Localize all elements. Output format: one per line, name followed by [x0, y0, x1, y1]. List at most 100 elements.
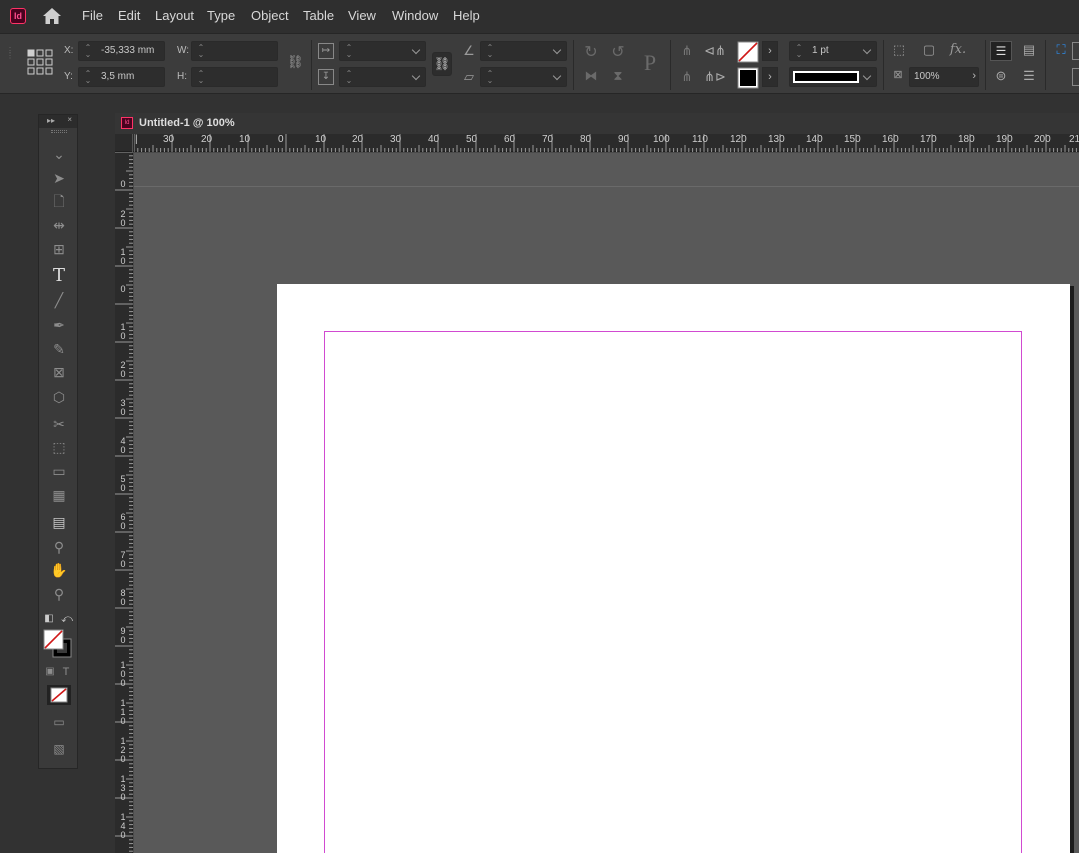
constrain-proportions-icon[interactable]: ⛓	[287, 54, 304, 70]
shear-spinner-icon[interactable]: ⌃ ⌄	[485, 70, 495, 85]
home-icon[interactable]	[42, 7, 62, 25]
gradient-swatch-tool-icon[interactable]: ▭	[49, 462, 69, 480]
select-next-object-icon[interactable]: ⋔⊳	[704, 69, 726, 85]
content-collector-tool-icon[interactable]: ⊞	[49, 240, 69, 258]
stroke-weight-field[interactable]: ⌃ ⌄ 1 pt	[789, 41, 877, 61]
text-wrap-bounding-icon[interactable]: ▤	[1019, 42, 1039, 58]
apply-none-icon[interactable]	[47, 685, 71, 705]
menu-file[interactable]: File	[82, 8, 103, 23]
h-spinner-icon[interactable]: ⌃ ⌄	[196, 70, 206, 85]
content-grabber-icon[interactable]: ⛶	[1052, 42, 1070, 58]
rotate-counterclockwise-icon[interactable]: ↺	[609, 42, 627, 62]
expand-panel-icon[interactable]: ▸▸	[47, 116, 55, 125]
select-previous-object-icon[interactable]: ⊲⋔	[704, 43, 726, 59]
menu-table[interactable]: Table	[303, 8, 334, 23]
panel-overflow-icon[interactable]	[1072, 68, 1079, 86]
note-tool-icon[interactable]: ▤	[49, 513, 69, 531]
page-tool-icon[interactable]: 🗋	[49, 192, 69, 210]
stroke-weight-spinner-icon[interactable]: ⌃ ⌄	[794, 44, 804, 59]
menu-layout[interactable]: Layout	[155, 8, 194, 23]
document-tab[interactable]: Id Untitled-1 @ 100%	[115, 113, 1079, 134]
effects-fx-icon[interactable]: fx.	[947, 42, 969, 57]
tools-panel-header[interactable]: ▸▸ ×	[39, 115, 77, 128]
scale-x-spinner-icon[interactable]: ⌃ ⌄	[344, 44, 354, 59]
w-field[interactable]: ⌃ ⌄	[191, 41, 278, 61]
constrain-scale-icon[interactable]: ⛓	[432, 52, 452, 76]
indesign-logo-icon[interactable]: Id	[10, 8, 26, 24]
tools-grip-icon[interactable]	[51, 130, 67, 133]
free-transform-tool-icon[interactable]: ⬚	[49, 438, 69, 456]
drop-shadow-icon[interactable]: ⬚	[890, 42, 908, 58]
menu-help[interactable]: Help	[453, 8, 480, 23]
h-field[interactable]: ⌃ ⌄	[191, 67, 278, 87]
menu-type[interactable]: Type	[207, 8, 235, 23]
fill-stroke-swatch-icon[interactable]	[43, 629, 73, 659]
reference-point-icon[interactable]	[27, 49, 53, 75]
formatting-text-icon[interactable]: T	[59, 663, 73, 681]
y-spinner-icon[interactable]: ⌃ ⌄	[83, 70, 93, 85]
horizontal-ruler[interactable]: | 30 20 10 0 10 20 30 40 50 60 70 80 90 …	[115, 134, 1079, 152]
pen-tool-icon[interactable]: ✒	[49, 316, 69, 334]
flip-horizontal-icon[interactable]: ⧓	[582, 68, 600, 84]
flip-vertical-icon[interactable]: ⧗	[609, 68, 627, 84]
zoom-tool-icon[interactable]: ⚲	[49, 585, 69, 603]
gap-tool-icon[interactable]: ⇹	[49, 216, 69, 234]
panel-overflow-icon[interactable]	[1072, 42, 1079, 60]
fill-menu-icon[interactable]: ›	[762, 41, 778, 61]
rotation-dropdown-icon[interactable]	[552, 45, 562, 55]
rotation-field[interactable]: ⌃ ⌄	[480, 41, 567, 61]
formatting-container-icon[interactable]: ▣	[43, 663, 57, 681]
stroke-type-dropdown-icon[interactable]	[862, 71, 872, 81]
shear-dropdown-icon[interactable]	[552, 71, 562, 81]
menu-window[interactable]: Window	[392, 8, 438, 23]
y-field[interactable]: ⌃ ⌄ 3,5 mm	[78, 67, 165, 87]
shadow-toggle-icon[interactable]: ▢	[920, 42, 938, 58]
ruler-origin-icon[interactable]	[115, 134, 133, 152]
vertical-ruler[interactable]: 0 20 10 0 10 20 30 40 50 60 70 80 90 100…	[115, 152, 133, 853]
rectangle-frame-tool-icon[interactable]: ⊠	[49, 363, 69, 381]
line-tool-icon[interactable]: ╱	[49, 291, 69, 309]
scale-x-field[interactable]: ⌃ ⌄	[339, 41, 426, 61]
swap-fill-stroke-icon[interactable]: ⤺	[61, 610, 73, 628]
rotate-clockwise-icon[interactable]: ↻	[582, 42, 600, 62]
stroke-menu-icon[interactable]: ›	[762, 67, 778, 87]
scale-y-field[interactable]: ⌃ ⌄	[339, 67, 426, 87]
opacity-menu-icon[interactable]: ›	[972, 70, 976, 82]
menu-object[interactable]: Object	[251, 8, 289, 23]
stroke-swatch-icon[interactable]	[737, 67, 759, 89]
auto-fit-icon[interactable]: ⊜	[990, 68, 1012, 84]
stroke-weight-dropdown-icon[interactable]	[862, 45, 872, 55]
default-fill-stroke-icon[interactable]: ◧	[43, 610, 55, 628]
x-spinner-icon[interactable]: ⌃ ⌄	[83, 44, 93, 59]
screen-mode-icon[interactable]: ▭	[49, 713, 69, 731]
text-wrap-none-icon[interactable]: ☰	[990, 41, 1012, 61]
text-wrap-jump-icon[interactable]: ☰	[1019, 68, 1039, 84]
menu-view[interactable]: View	[348, 8, 376, 23]
close-panel-icon[interactable]: ×	[67, 115, 72, 124]
shear-field[interactable]: ⌃ ⌄	[480, 67, 567, 87]
type-tool-icon[interactable]: T	[49, 267, 69, 285]
opacity-field[interactable]: 100% ›	[909, 67, 979, 87]
scale-y-dropdown-icon[interactable]	[411, 71, 421, 81]
eyedropper-tool-icon[interactable]: ⚲	[49, 538, 69, 556]
panel-grip-icon[interactable]: ⋮ ⋮	[6, 47, 14, 78]
rotation-spinner-icon[interactable]: ⌃ ⌄	[485, 44, 495, 59]
stroke-type-field[interactable]	[789, 67, 877, 87]
menu-edit[interactable]: Edit	[118, 8, 140, 23]
fill-none-swatch-icon[interactable]	[737, 41, 759, 63]
scale-y-spinner-icon[interactable]: ⌃ ⌄	[344, 70, 354, 85]
hand-tool-icon[interactable]: ✋	[49, 561, 69, 579]
select-content-icon[interactable]: ⋔	[678, 69, 696, 85]
scale-x-dropdown-icon[interactable]	[411, 45, 421, 55]
document-title[interactable]: Untitled-1 @ 100%	[139, 117, 235, 129]
direct-selection-tool-icon[interactable]: ➤	[49, 169, 69, 187]
ellipse-tool-icon[interactable]: ⬡	[49, 388, 69, 406]
w-spinner-icon[interactable]: ⌃ ⌄	[196, 44, 206, 59]
gradient-feather-tool-icon[interactable]: ▦	[49, 486, 69, 504]
x-field[interactable]: ⌃ ⌄ -35,333 mm	[78, 41, 165, 61]
selection-tool-icon[interactable]: ⌄	[49, 145, 69, 163]
scissors-tool-icon[interactable]: ✂	[49, 415, 69, 433]
select-container-icon[interactable]: ⋔	[678, 43, 696, 59]
preview-mode-icon[interactable]: ▧	[49, 740, 69, 758]
pencil-tool-icon[interactable]: ✎	[49, 340, 69, 358]
